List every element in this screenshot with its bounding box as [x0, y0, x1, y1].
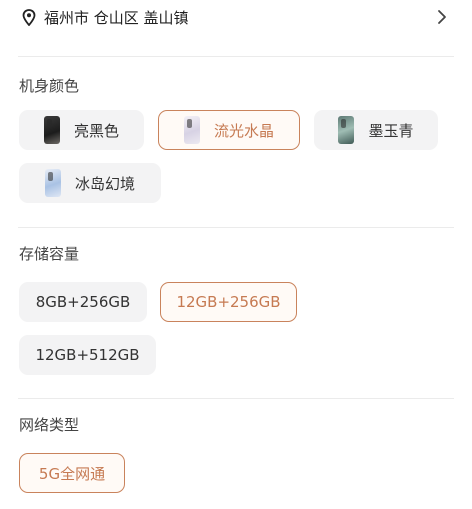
- chevron-right-icon: [438, 10, 446, 24]
- storage-section-title: 存储容量: [19, 245, 80, 263]
- color-option-label: 亮黑色: [73, 121, 119, 140]
- divider: [18, 398, 454, 399]
- color-option-label: 墨玉青: [368, 121, 414, 140]
- delivery-address-row[interactable]: 福州市 仓山区 盖山镇: [0, 0, 472, 46]
- storage-option-8gb-256gb[interactable]: 8GB+256GB: [19, 282, 147, 322]
- color-option-label: 流光水晶: [213, 121, 274, 140]
- phone-thumbnail-icon: [44, 169, 61, 197]
- phone-thumbnail-icon: [43, 116, 60, 144]
- network-option-label: 5G全网通: [38, 464, 106, 483]
- color-option-label: 冰岛幻境: [74, 174, 135, 193]
- color-section-title: 机身颜色: [19, 77, 80, 95]
- color-option-jade-cyan[interactable]: 墨玉青: [314, 110, 438, 150]
- storage-option-12gb-512gb[interactable]: 12GB+512GB: [19, 335, 156, 375]
- phone-thumbnail-icon: [183, 116, 200, 144]
- color-option-streamer-crystal[interactable]: 流光水晶: [158, 110, 300, 150]
- location-pin-icon: [22, 9, 36, 26]
- storage-option-label: 12GB+512GB: [35, 346, 140, 364]
- network-section-title: 网络类型: [19, 416, 80, 434]
- divider: [18, 56, 454, 57]
- divider: [18, 227, 454, 228]
- delivery-address-text: 福州市 仓山区 盖山镇: [44, 9, 189, 27]
- storage-option-12gb-256gb[interactable]: 12GB+256GB: [160, 282, 297, 322]
- color-option-iceland-dream[interactable]: 冰岛幻境: [19, 163, 161, 203]
- storage-option-label: 12GB+256GB: [176, 293, 281, 311]
- color-option-bright-black[interactable]: 亮黑色: [19, 110, 144, 150]
- phone-thumbnail-icon: [338, 116, 355, 144]
- network-option-5g[interactable]: 5G全网通: [19, 453, 125, 493]
- storage-option-label: 8GB+256GB: [35, 293, 131, 311]
